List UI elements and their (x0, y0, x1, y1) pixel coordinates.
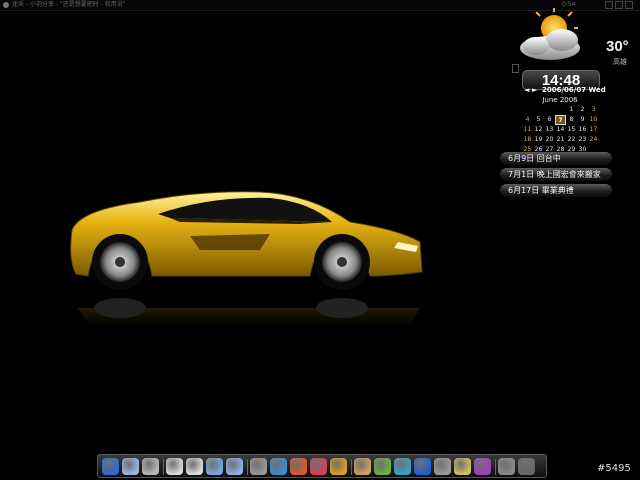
clock-date: 2006/06/07 Wed (542, 86, 606, 94)
date-arrows[interactable]: ◄ ► (524, 86, 537, 94)
calendar-day[interactable]: 24 (588, 135, 599, 145)
calendar-day[interactable]: 23 (577, 135, 588, 145)
clock-date-row: ◄ ► 2006/06/07 Wed (522, 85, 622, 96)
player-icon[interactable] (330, 458, 347, 475)
calendar-day[interactable]: 1 (566, 105, 577, 115)
ie-icon[interactable] (102, 458, 119, 475)
calendar-day[interactable]: 11 (522, 125, 533, 135)
calendar-grid: 1 2 3 4 5 6 7 8 9 10 11 12 13 14 15 16 17 18 19 20 21 22 23 24 2… (522, 105, 598, 153)
calendar-day[interactable]: 20 (544, 135, 555, 145)
event-list: 6月9日 回台中 7月1日 晚上國宏會來搬家 6月17日 畢業典禮 (500, 152, 612, 200)
pencil-icon[interactable] (270, 458, 287, 475)
dock-separator (495, 459, 496, 475)
messenger-icon[interactable] (354, 458, 371, 475)
tools-icon[interactable] (434, 458, 451, 475)
firefox-icon[interactable] (374, 458, 391, 475)
calendar-day[interactable]: 15 (566, 125, 577, 135)
watermark: #5495 (597, 463, 631, 474)
calendar-day[interactable]: 6 (544, 115, 555, 125)
event-item[interactable]: 6月9日 回台中 (500, 152, 612, 165)
dock-separator (163, 459, 164, 475)
calendar-day[interactable]: 4 (522, 115, 533, 125)
dock-separator (247, 459, 248, 475)
calendar-day[interactable]: 16 (577, 125, 588, 135)
window-title: 迷采 - 小羽分享 - "还是想要把时 - 就用说" (12, 1, 126, 8)
calendar-day[interactable]: 22 (566, 135, 577, 145)
settings-icon[interactable] (454, 458, 471, 475)
car-wallpaper (70, 191, 423, 326)
calendar-day[interactable]: 21 (555, 135, 566, 145)
chat-icon[interactable] (474, 458, 491, 475)
mail-icon[interactable] (206, 458, 223, 475)
network-icon[interactable] (394, 458, 411, 475)
event-item[interactable]: 6月17日 畢業典禮 (500, 184, 612, 197)
calendar-day[interactable]: 3 (588, 105, 599, 115)
calendar-day[interactable]: 2 (577, 105, 588, 115)
calendar-title: June 2006 (542, 96, 578, 104)
calendar-day[interactable]: 13 (544, 125, 555, 135)
drive-icon[interactable] (166, 458, 183, 475)
sun-cloud-icon (520, 8, 580, 60)
calendar-day[interactable]: 12 (533, 125, 544, 135)
trash-icon[interactable] (498, 458, 515, 475)
photos-icon[interactable] (226, 458, 243, 475)
calendar-day[interactable]: 19 (533, 135, 544, 145)
brush-icon[interactable] (290, 458, 307, 475)
dock-separator (351, 459, 352, 475)
drive2-icon[interactable] (186, 458, 203, 475)
calendar-day[interactable]: 17 (588, 125, 599, 135)
mac-icon[interactable] (142, 458, 159, 475)
media-icon[interactable] (310, 458, 327, 475)
weather-widget[interactable]: 30° 高雄 (512, 8, 636, 66)
app-icon (3, 2, 9, 8)
pen-icon[interactable] (250, 458, 267, 475)
bluetooth-icon[interactable] (414, 458, 431, 475)
calendar-widget: June 2006 1 2 3 4 5 6 7 8 9 10 11 12 13 14 15 16 17 18 19 2… (522, 96, 598, 153)
calendar-day[interactable]: 9 (577, 115, 588, 125)
calendar-day[interactable]: 18 (522, 135, 533, 145)
calendar-day[interactable]: 8 (566, 115, 577, 125)
calendar-day[interactable]: 14 (555, 125, 566, 135)
widget-handle[interactable] (512, 64, 519, 73)
weather-location: 高雄 (613, 58, 627, 66)
temperature: 30° (606, 38, 629, 55)
event-item[interactable]: 7月1日 晚上國宏會來搬家 (500, 168, 612, 181)
calendar-day[interactable]: 5 (533, 115, 544, 125)
dock-bar (97, 454, 547, 478)
calendar-today[interactable]: 7 (555, 115, 566, 125)
calendar-day[interactable]: 10 (588, 115, 599, 125)
finder-icon[interactable] (122, 458, 139, 475)
power-icon[interactable] (518, 458, 535, 475)
